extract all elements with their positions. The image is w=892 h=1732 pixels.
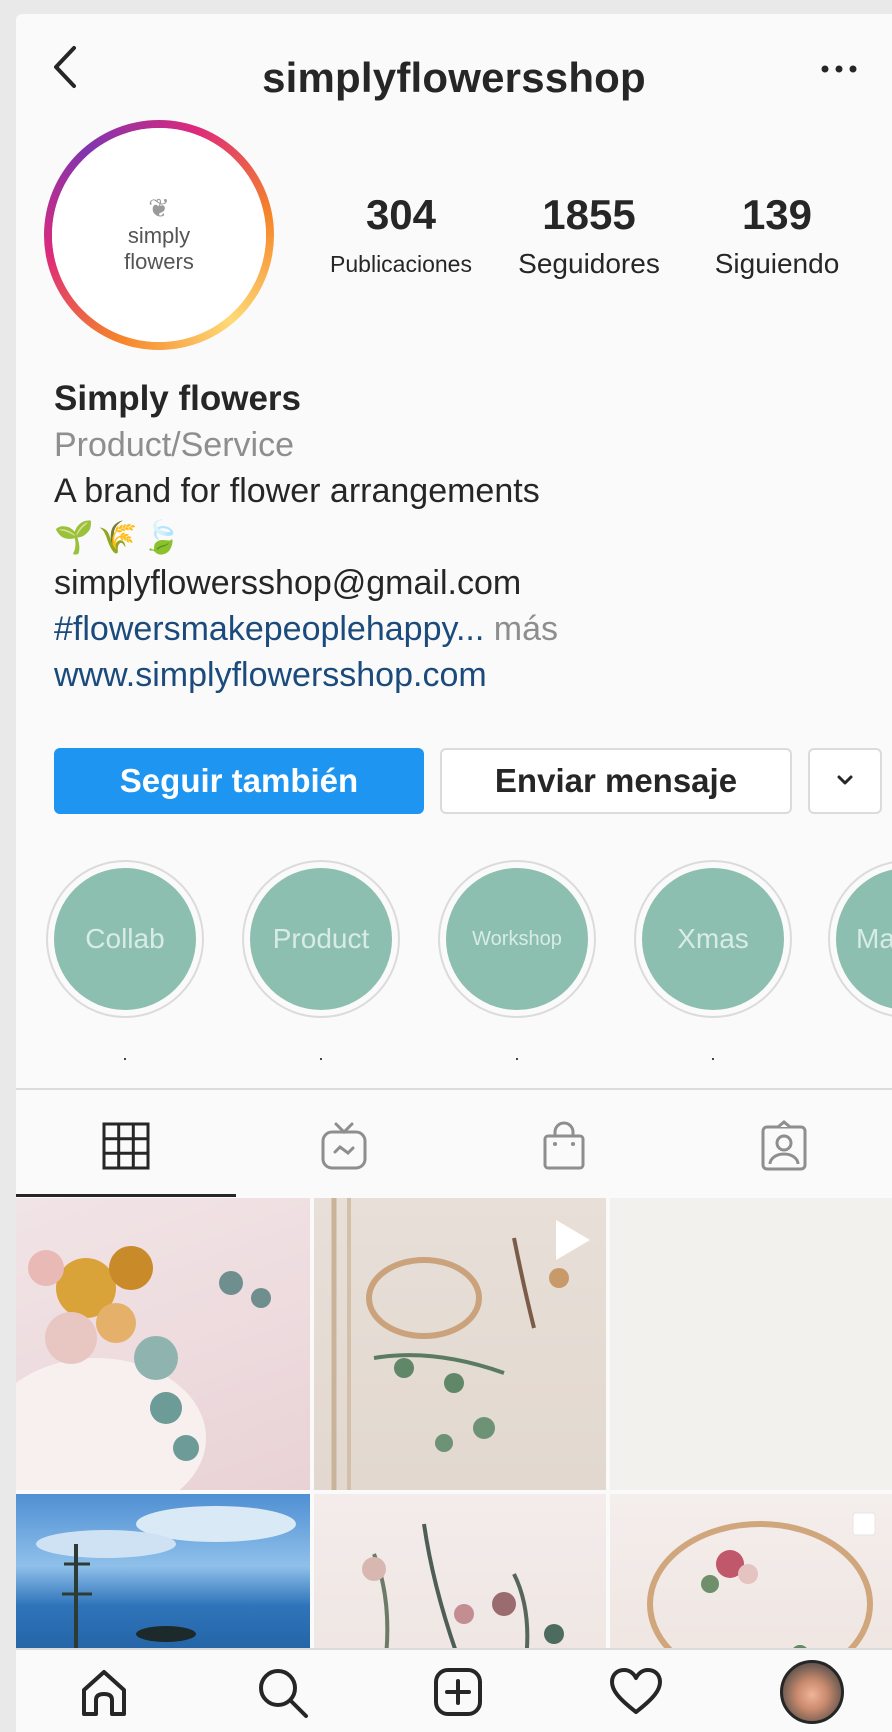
profile-bio: Simply flowers Product/Service A brand f… bbox=[54, 376, 874, 698]
stat-followers-label: Seguidores bbox=[518, 248, 660, 279]
highlight-product-title: Product bbox=[250, 868, 392, 1010]
stat-followers-value: 1855 bbox=[542, 191, 636, 238]
video-play-icon bbox=[556, 1220, 590, 1260]
stat-followers[interactable]: 1855 Seguidores bbox=[494, 192, 684, 284]
highlight-collab-label: · bbox=[122, 1048, 128, 1068]
highlight-xmas[interactable]: Xmas · bbox=[634, 860, 792, 1068]
tagged-icon[interactable] bbox=[758, 1120, 810, 1172]
profile-screen: simplyflowersshop ❦ simply flowers 304 P… bbox=[16, 14, 892, 1732]
ellipsis-icon[interactable] bbox=[816, 54, 862, 84]
highlight-collab-title: Collab bbox=[54, 868, 196, 1010]
chevron-down-icon bbox=[837, 775, 853, 785]
post-thumbnail[interactable] bbox=[610, 1494, 892, 1674]
highlight-workshop[interactable]: Workshop · bbox=[438, 860, 596, 1068]
bottom-nav bbox=[16, 1648, 892, 1732]
shop-bag-icon[interactable] bbox=[538, 1120, 590, 1172]
profile-category: Product/Service bbox=[54, 426, 294, 464]
leaf-icon: ❦ bbox=[148, 193, 170, 223]
highlight-collab[interactable]: Collab · bbox=[46, 860, 204, 1068]
follow-button[interactable]: Seguir también bbox=[54, 748, 424, 814]
profile-username-title: simplyflowersshop bbox=[262, 54, 646, 101]
post-thumbnail[interactable] bbox=[16, 1494, 310, 1674]
profile-name: Simply flowers bbox=[54, 379, 302, 418]
profile-emojis: 🌱🌾🍃 bbox=[54, 519, 186, 555]
profile-email: simplyflowersshop@gmail.com bbox=[54, 564, 522, 602]
stat-following[interactable]: 139 Siguiendo bbox=[684, 192, 870, 284]
highlight-product-label: · bbox=[318, 1048, 324, 1068]
profile-tabs bbox=[16, 1088, 892, 1198]
post-thumbnail[interactable] bbox=[610, 1198, 892, 1490]
highlight-partial-title: Ma bbox=[836, 868, 892, 1010]
highlight-workshop-label: · bbox=[514, 1048, 520, 1068]
post-thumbnail[interactable] bbox=[16, 1198, 310, 1490]
post-thumbnail[interactable] bbox=[314, 1494, 606, 1674]
send-message-button[interactable]: Enviar mensaje bbox=[440, 748, 792, 814]
avatar-logo-text-1: simply bbox=[127, 223, 191, 248]
igtv-icon[interactable] bbox=[318, 1120, 370, 1172]
stat-posts-value: 304 bbox=[365, 191, 437, 238]
highlight-xmas-title: Xmas bbox=[642, 868, 784, 1010]
grid-icon[interactable] bbox=[100, 1120, 152, 1172]
stat-posts: 304 Publicaciones bbox=[308, 192, 494, 284]
heart-icon[interactable] bbox=[604, 1660, 668, 1724]
stat-following-value: 139 bbox=[741, 191, 813, 238]
carousel-icon bbox=[852, 1512, 876, 1536]
highlight-partial[interactable]: Ma bbox=[828, 860, 892, 1018]
active-tab-indicator bbox=[16, 1194, 236, 1197]
stat-following-label: Siguiendo bbox=[714, 248, 840, 279]
highlight-workshop-title: Workshop bbox=[446, 868, 588, 1010]
highlight-product[interactable]: Product · bbox=[242, 860, 400, 1068]
profile-description: A brand for flower arrangements bbox=[54, 472, 540, 510]
profile-avatar-icon[interactable] bbox=[780, 1660, 844, 1724]
top-bar: simplyflowersshop bbox=[16, 14, 892, 124]
profile-website-link[interactable]: www.simplyflowersshop.com bbox=[54, 652, 874, 698]
highlight-xmas-label: · bbox=[710, 1048, 716, 1068]
add-post-icon[interactable] bbox=[426, 1660, 490, 1724]
suggested-dropdown-button[interactable] bbox=[808, 748, 882, 814]
avatar-logo: ❦ simply flowers bbox=[52, 128, 266, 342]
hashtag-ellipsis: ... bbox=[455, 610, 485, 648]
profile-avatar[interactable]: ❦ simply flowers bbox=[44, 120, 274, 350]
home-icon[interactable] bbox=[72, 1660, 136, 1724]
stat-posts-label: Publicaciones bbox=[330, 251, 472, 277]
profile-hashtag[interactable]: #flowersmakepeoplehappy bbox=[54, 610, 456, 648]
search-icon[interactable] bbox=[250, 1660, 314, 1724]
post-thumbnail[interactable] bbox=[314, 1198, 606, 1490]
avatar-logo-text-2: flowers bbox=[124, 249, 194, 274]
more-link[interactable]: más bbox=[484, 610, 558, 648]
